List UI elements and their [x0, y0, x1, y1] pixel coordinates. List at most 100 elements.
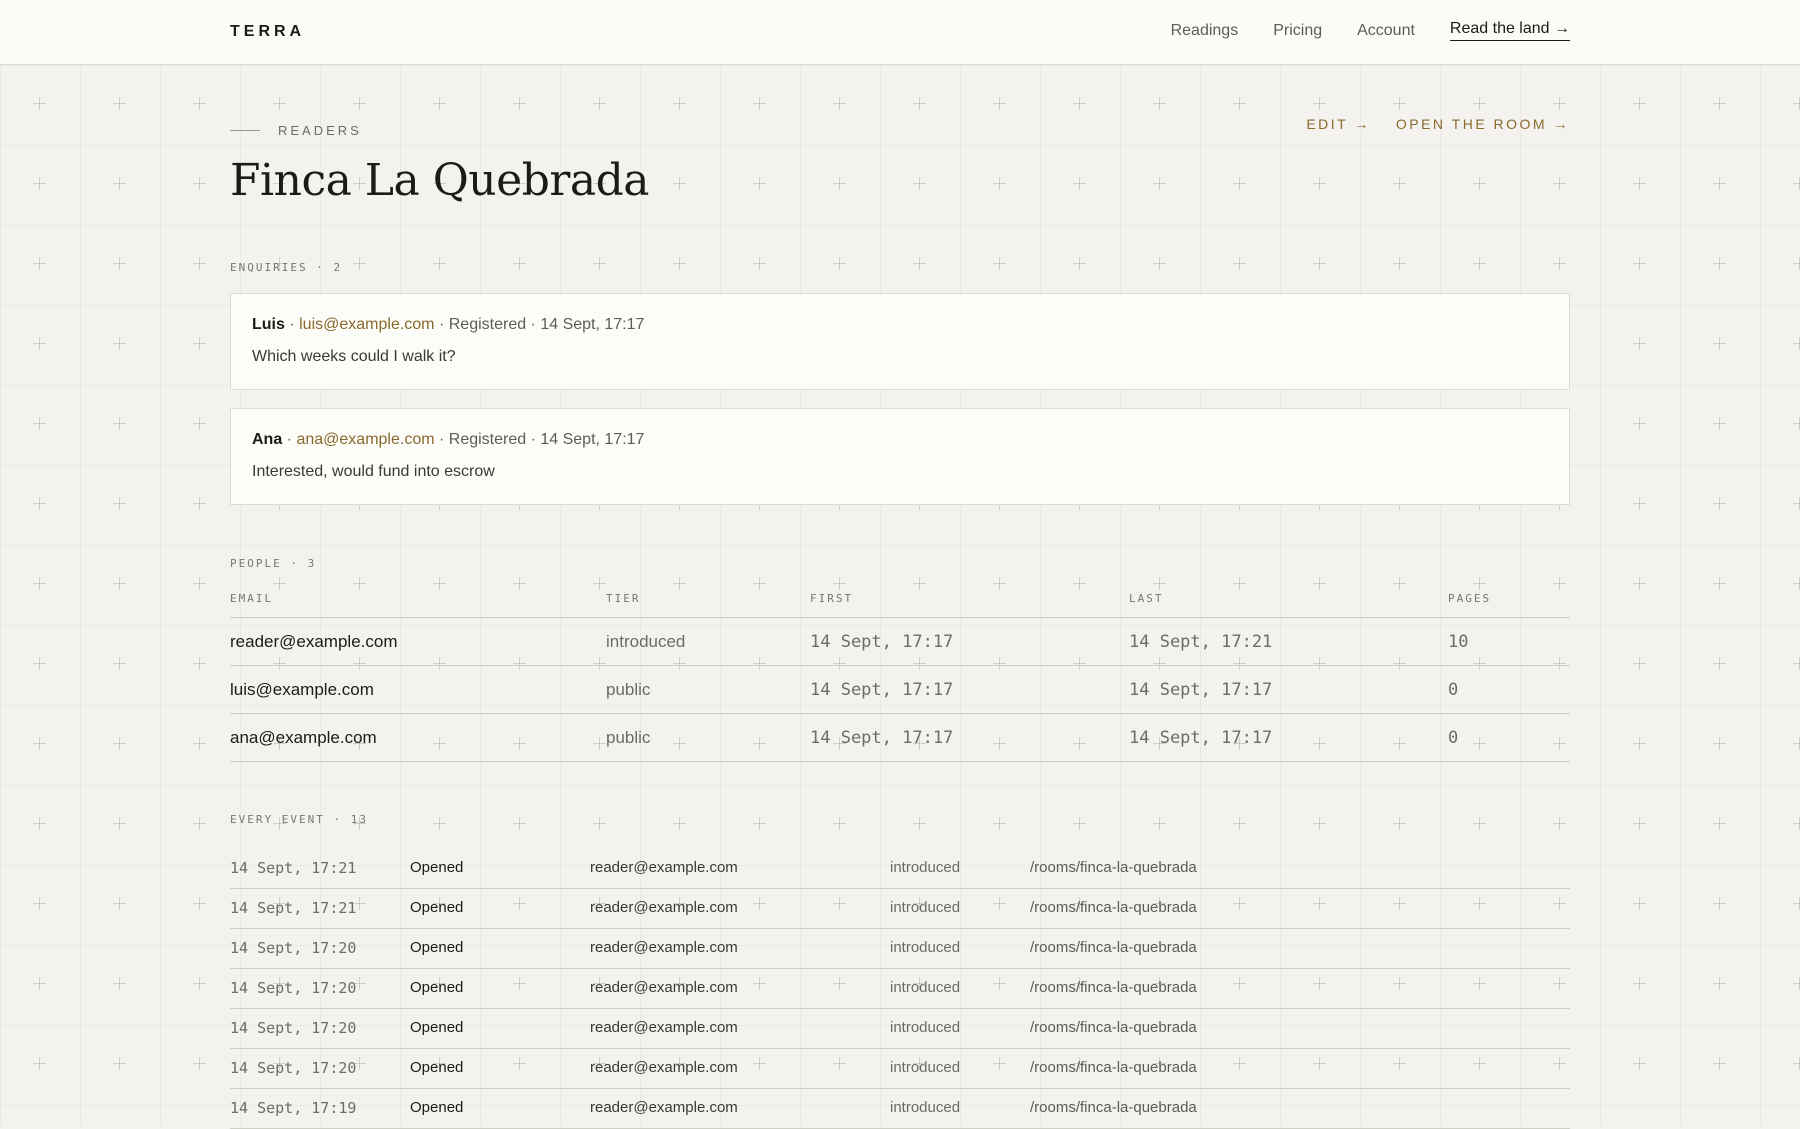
event-time: 14 Sept, 17:20: [230, 979, 357, 997]
grid-cross: [1153, 177, 1166, 190]
grid-cross: [1633, 417, 1646, 430]
nav-pricing[interactable]: Pricing: [1273, 22, 1322, 40]
event-tier: introduced: [890, 1099, 961, 1116]
grid-cross: [1793, 817, 1800, 830]
grid-cross: [1713, 97, 1726, 110]
event-path: /rooms/finca-la-quebrada: [1030, 1059, 1197, 1076]
person-email: reader@example.com: [230, 632, 398, 651]
grid-cross: [113, 417, 126, 430]
enquiry-message: Interested, would fund into escrow: [252, 463, 495, 480]
edit-link[interactable]: EDIT →: [1306, 116, 1371, 132]
grid-cross: [433, 257, 446, 270]
grid-cross: [33, 337, 46, 350]
top-bar: TERRA Readings Pricing Account Read the …: [0, 0, 1800, 65]
grid-cross: [1313, 177, 1326, 190]
enquiry-email[interactable]: luis@example.com: [299, 316, 434, 333]
grid-cross: [1713, 577, 1726, 590]
person-first: 14 Sept, 17:17: [810, 680, 954, 700]
grid-cross: [1473, 177, 1486, 190]
grid-cross: [833, 817, 846, 830]
read-the-land-link[interactable]: Read the land →: [1449, 20, 1570, 41]
events-list: 14 Sept, 17:21 Opened reader@example.com in…: [230, 849, 1570, 1129]
grid-cross: [913, 257, 926, 270]
event-row[interactable]: 14 Sept, 17:21 Opened reader@example.com in…: [230, 849, 1570, 889]
grid-cross: [1553, 97, 1566, 110]
grid-cross: [753, 97, 766, 110]
grid-cross: [1073, 177, 1086, 190]
grid-cross: [193, 657, 206, 670]
person-pages: 0: [1448, 728, 1459, 748]
grid-cross: [1633, 897, 1646, 910]
brand-logo[interactable]: TERRA: [230, 23, 305, 41]
nav-account[interactable]: Account: [1357, 22, 1415, 40]
people-label: PEOPLE · 3: [230, 557, 317, 570]
open-room-link[interactable]: OPEN THE ROOM →: [1396, 116, 1570, 132]
enquiry-header: Ana · ana@example.com · Registered · 14 …: [252, 431, 645, 448]
grid-cross: [353, 257, 366, 270]
grid-cross: [913, 97, 926, 110]
event-time: 14 Sept, 17:21: [230, 899, 357, 917]
grid-cross: [673, 177, 686, 190]
grid-cross: [1713, 737, 1726, 750]
grid-cross: [1633, 337, 1646, 350]
grid-cross: [593, 817, 606, 830]
page-title: Finca La Quebrada: [230, 155, 650, 206]
grid-cross: [113, 257, 126, 270]
event-path: /rooms/finca-la-quebrada: [1030, 899, 1197, 916]
event-path: /rooms/finca-la-quebrada: [1030, 1099, 1197, 1116]
event-tier: introduced: [890, 859, 961, 876]
grid-cross: [193, 737, 206, 750]
event-row[interactable]: 14 Sept, 17:20 Opened reader@example.com in…: [230, 1049, 1570, 1089]
event-tier: introduced: [890, 1019, 961, 1036]
grid-cross: [33, 417, 46, 430]
event-row[interactable]: 14 Sept, 17:21 Opened reader@example.com in…: [230, 889, 1570, 929]
grid-cross: [1633, 1057, 1646, 1070]
grid-cross: [1473, 97, 1486, 110]
event-time: 14 Sept, 17:19: [230, 1099, 357, 1117]
grid-cross: [1553, 817, 1566, 830]
grid-cross: [1633, 177, 1646, 190]
col-tier: TIER: [606, 592, 641, 605]
grid-cross: [833, 97, 846, 110]
grid-cross: [193, 497, 206, 510]
event-row[interactable]: 14 Sept, 17:20 Opened reader@example.com in…: [230, 1009, 1570, 1049]
grid-cross: [33, 97, 46, 110]
grid-cross: [753, 257, 766, 270]
enquiry-name: Ana: [252, 431, 283, 448]
grid-cross: [513, 817, 526, 830]
grid-cross: [1153, 257, 1166, 270]
event-action: Opened: [410, 899, 464, 916]
grid-cross: [433, 97, 446, 110]
nav-readings[interactable]: Readings: [1171, 22, 1239, 40]
person-last: 14 Sept, 17:17: [1129, 728, 1273, 748]
grid-cross: [513, 257, 526, 270]
grid-cross: [1313, 257, 1326, 270]
grid-cross: [1553, 257, 1566, 270]
event-time: 14 Sept, 17:20: [230, 1059, 357, 1077]
person-first: 14 Sept, 17:17: [810, 632, 954, 652]
enquiry-message: Which weeks could I walk it?: [252, 348, 456, 365]
table-row[interactable]: ana@example.com public 14 Sept, 17:17 14…: [230, 714, 1570, 762]
grid-cross: [1633, 657, 1646, 670]
event-path: /rooms/finca-la-quebrada: [1030, 859, 1197, 876]
grid-cross: [1793, 497, 1800, 510]
event-row[interactable]: 14 Sept, 17:19 Opened reader@example.com in…: [230, 1089, 1570, 1129]
grid-cross: [1633, 817, 1646, 830]
enquiry-email[interactable]: ana@example.com: [296, 431, 434, 448]
event-time: 14 Sept, 17:20: [230, 1019, 357, 1037]
grid-cross: [113, 577, 126, 590]
person-last: 14 Sept, 17:21: [1129, 632, 1273, 652]
table-row[interactable]: luis@example.com public 14 Sept, 17:17 1…: [230, 666, 1570, 714]
col-last: LAST: [1129, 592, 1164, 605]
event-row[interactable]: 14 Sept, 17:20 Opened reader@example.com in…: [230, 969, 1570, 1009]
grid-cross: [193, 177, 206, 190]
grid-cross: [673, 817, 686, 830]
grid-cross: [753, 817, 766, 830]
grid-cross: [433, 817, 446, 830]
grid-cross: [1633, 577, 1646, 590]
page-eyebrow: READERS: [230, 123, 362, 138]
table-row[interactable]: reader@example.com introduced 14 Sept, 1…: [230, 618, 1570, 666]
event-row[interactable]: 14 Sept, 17:20 Opened reader@example.com in…: [230, 929, 1570, 969]
grid-cross: [993, 817, 1006, 830]
enquiry-meta: · Registered · 14 Sept, 17:17: [434, 316, 645, 333]
